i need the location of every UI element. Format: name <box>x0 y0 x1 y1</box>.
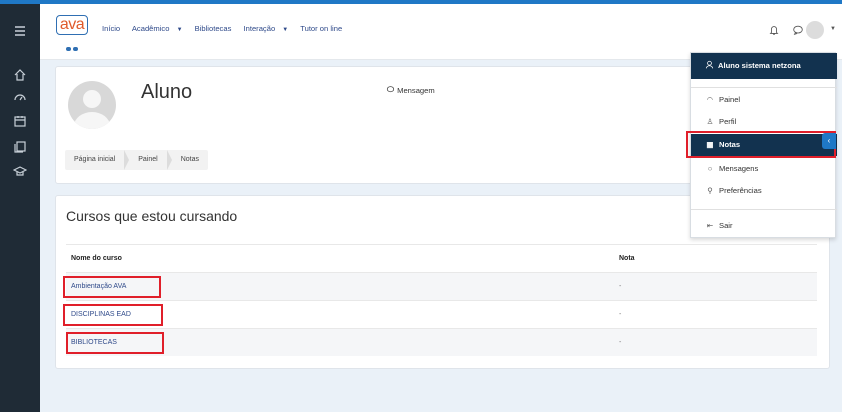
grade-value: - <box>619 339 622 346</box>
courses-table: Nome do curso Nota Ambientação AVA - DIS… <box>66 244 817 356</box>
menu-item-mensagens[interactable]: ○ Mensagens <box>691 158 837 180</box>
breadcrumb-item: Notas <box>180 156 200 163</box>
logo-decoration <box>66 38 80 51</box>
logout-icon: ⇤ <box>706 221 714 230</box>
wrench-icon: ⚲ <box>707 186 713 195</box>
navbar-user-area: ▼ <box>702 18 842 42</box>
main-menu: Início Acadêmico ▼ Bibliotecas Interação… <box>102 24 352 33</box>
message-icon <box>386 86 395 93</box>
nav-item-academico[interactable]: Acadêmico ▼ <box>132 24 188 33</box>
user-avatar-small[interactable] <box>806 21 824 39</box>
dashboard-icon[interactable] <box>11 88 29 106</box>
user-icon <box>705 60 714 69</box>
message-button[interactable]: Mensagem <box>386 85 435 95</box>
table-row: Ambientação AVA - <box>66 272 817 300</box>
profile-header-card: Aluno Mensagem Página inicial Painel Not… <box>55 66 695 184</box>
dashboard-icon: ◠ <box>706 95 714 104</box>
section-title: Cursos que estou cursando <box>66 208 238 224</box>
course-link[interactable]: BIBLIOTECAS <box>71 329 117 357</box>
page-title: Aluno <box>141 81 193 103</box>
table-header: Nome do curso Nota <box>66 244 817 272</box>
message-label: Mensagem <box>397 86 435 95</box>
column-header: Nome do curso <box>71 255 122 262</box>
home-icon[interactable] <box>11 66 29 84</box>
ava-logo[interactable]: ava <box>56 15 88 35</box>
column-header: Nota <box>619 255 635 262</box>
course-link[interactable]: Ambientação AVA <box>71 273 126 301</box>
bell-icon[interactable] <box>766 22 782 38</box>
menu-icon[interactable] <box>11 22 29 40</box>
table-row: BIBLIOTECAS - <box>66 328 817 356</box>
chevron-down-icon[interactable]: ▼ <box>830 26 836 32</box>
files-icon[interactable] <box>11 138 29 156</box>
nav-item-bibliotecas[interactable]: Bibliotecas <box>195 24 237 33</box>
nav-item-inicio[interactable]: Início <box>102 24 125 33</box>
user-menu-header[interactable]: Aluno sistema netzona <box>691 53 837 79</box>
menu-item-painel[interactable]: ◠ Painel <box>691 89 837 111</box>
breadcrumb: Página inicial Painel Notas <box>65 150 209 170</box>
grade-value: - <box>619 283 622 290</box>
nav-item-interacao[interactable]: Interação ▼ <box>244 24 294 33</box>
chevron-down-icon: ▼ <box>282 27 289 33</box>
avatar <box>68 81 116 129</box>
menu-item-sair[interactable]: ⇤ Sair <box>691 215 837 237</box>
message-icon: ○ <box>707 164 713 173</box>
menu-item-preferencias[interactable]: ⚲ Preferências <box>691 180 837 202</box>
user-icon: ♙ <box>706 117 714 126</box>
grade-value: - <box>619 311 622 318</box>
breadcrumb-item[interactable]: Página inicial <box>65 150 124 170</box>
calendar-icon[interactable] <box>11 112 29 130</box>
nav-item-tutor[interactable]: Tutor on line <box>300 24 347 33</box>
left-sidebar <box>0 4 40 412</box>
breadcrumb-item[interactable]: Painel <box>129 150 166 170</box>
drawer-toggle-tab[interactable]: ‹ <box>822 133 836 149</box>
courses-icon[interactable] <box>11 162 29 180</box>
course-link[interactable]: DISCIPLINAS EAD <box>71 301 131 329</box>
highlight-box <box>686 131 836 158</box>
table-row: DISCIPLINAS EAD - <box>66 300 817 328</box>
menu-item-perfil[interactable]: ♙ Perfil <box>691 111 837 133</box>
chat-icon[interactable] <box>790 22 806 38</box>
chevron-down-icon: ▼ <box>176 27 183 33</box>
